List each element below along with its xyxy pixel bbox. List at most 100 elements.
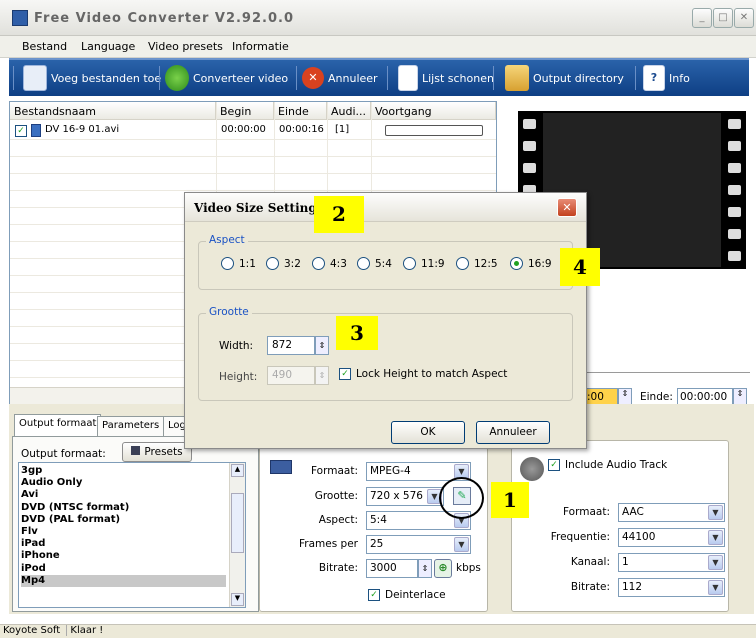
cancel-toolbar-button[interactable]: ✕ Annuleer <box>302 60 378 96</box>
frames-per-select[interactable]: 25 ▼ <box>366 535 471 554</box>
convert-icon <box>165 65 189 91</box>
info-button[interactable]: ? Info <box>643 60 690 96</box>
column-header-filename[interactable]: Bestandsnaam <box>10 102 216 120</box>
audio-format-label: Formaat: <box>563 506 610 518</box>
aspect-radio-11-9[interactable]: 11:9 <box>403 257 445 270</box>
video-size-select[interactable]: 720 x 576 ▼ <box>366 487 444 506</box>
output-directory-button[interactable]: Output directory <box>505 60 624 96</box>
aspect-radio-4-3[interactable]: 4:3 <box>312 257 347 270</box>
video-file-icon <box>31 124 41 137</box>
lock-height-checkbox[interactable]: ✓ <box>339 368 351 380</box>
deinterlace-checkbox[interactable]: ✓ <box>368 589 380 601</box>
convert-video-button[interactable]: Converteer video <box>165 60 288 96</box>
callout-3: 3 <box>336 316 378 350</box>
dialog-title-bar: Video Size Settings ✕ <box>185 193 586 222</box>
menu-video-presets[interactable]: Video presets <box>148 40 223 53</box>
deinterlace-label: Deinterlace <box>385 589 446 601</box>
aspect-radio-3-2[interactable]: 3:2 <box>266 257 301 270</box>
menu-informatie[interactable]: Informatie <box>232 40 289 53</box>
height-input[interactable]: 490 <box>267 366 315 385</box>
audio-bitrate-value: 112 <box>622 581 643 593</box>
add-file-icon <box>23 65 47 91</box>
callout-4: 4 <box>560 248 600 286</box>
format-list[interactable]: 3gp Audio Only Avi DVD (NTSC format) DVD… <box>18 462 246 608</box>
output-format-label: Output formaat: <box>21 448 106 460</box>
video-size-value: 720 x 576 <box>370 490 423 502</box>
menu-bestand[interactable]: Bestand <box>22 40 67 53</box>
video-bitrate-label: Bitrate: <box>318 562 358 574</box>
width-input[interactable]: 872 <box>267 336 315 355</box>
add-files-label: Voeg bestanden toe <box>51 71 162 85</box>
audio-format-select[interactable]: AAC ▼ <box>618 503 725 522</box>
audio-channel-label: Kanaal: <box>570 556 610 568</box>
add-bitrate-icon[interactable]: ⊕ <box>434 559 452 578</box>
width-spinner[interactable]: ⇕ <box>315 336 329 355</box>
video-size-label: Grootte: <box>314 490 358 502</box>
column-header-begin[interactable]: Begin <box>216 102 274 120</box>
audio-channel-value: 1 <box>622 556 629 568</box>
ok-button[interactable]: OK <box>391 421 465 444</box>
grid-line <box>10 173 496 174</box>
presets-button[interactable]: Presets <box>122 442 192 462</box>
frames-per-label: Frames per <box>299 538 358 550</box>
menu-language[interactable]: Language <box>81 40 135 53</box>
audio-frequency-label: Frequentie: <box>550 531 610 543</box>
status-bar: Koyote Soft Klaar ! <box>0 624 756 638</box>
convert-video-label: Converteer video <box>193 71 289 85</box>
scroll-thumb[interactable] <box>231 493 244 553</box>
aspect-radio-12-5[interactable]: 12:5 <box>456 257 498 270</box>
audio-bitrate-select[interactable]: 112 ▼ <box>618 578 725 597</box>
video-size-dialog: Video Size Settings ✕ Aspect 1:1 3:2 4:3… <box>184 192 587 449</box>
radio-label: 3:2 <box>284 257 301 270</box>
height-spinner[interactable]: ⇕ <box>315 366 329 385</box>
scroll-down-icon[interactable]: ▼ <box>231 593 244 606</box>
row-checkbox[interactable]: ✓ <box>15 125 27 137</box>
aspect-radio-1-1[interactable]: 1:1 <box>221 257 256 270</box>
scroll-up-icon[interactable]: ▲ <box>231 464 244 477</box>
list-item[interactable]: DVD (PAL format) <box>21 514 226 526</box>
clear-list-button[interactable]: Lijst schonen <box>398 60 494 96</box>
audio-frequency-value: 44100 <box>622 531 656 543</box>
chevron-down-icon: ▼ <box>708 580 723 595</box>
list-item[interactable]: iPhone <box>21 550 226 562</box>
audio-frequency-select[interactable]: 44100 ▼ <box>618 528 725 547</box>
bitrate-unit: kbps <box>456 562 481 574</box>
list-item[interactable]: iPad <box>21 538 226 550</box>
audio-format-value: AAC <box>622 506 644 518</box>
column-header-audio[interactable]: Audi... <box>327 102 371 120</box>
aspect-radio-5-4[interactable]: 5:4 <box>357 257 392 270</box>
video-aspect-label: Aspect: <box>318 514 358 526</box>
speaker-icon <box>520 457 544 481</box>
help-icon: ? <box>643 65 665 91</box>
vertical-scrollbar[interactable]: ▲ ▼ <box>229 463 245 607</box>
video-aspect-value: 5:4 <box>370 514 387 526</box>
chevron-down-icon: ▼ <box>708 530 723 545</box>
list-item[interactable]: Flv <box>21 526 226 538</box>
minimize-button[interactable]: _ <box>692 8 712 28</box>
toolbar-separator <box>296 66 297 90</box>
tab-output-format[interactable]: Output formaat <box>14 414 102 436</box>
video-bitrate-field[interactable]: 3000 <box>366 559 418 578</box>
column-header-end[interactable]: Einde <box>274 102 327 120</box>
dialog-cancel-button[interactable]: Annuleer <box>476 421 550 444</box>
list-item[interactable]: Avi <box>21 489 226 501</box>
column-header-progress[interactable]: Voortgang <box>371 102 496 120</box>
status-company: Koyote Soft <box>3 625 61 636</box>
add-files-button[interactable]: Voeg bestanden toe <box>23 60 161 96</box>
maximize-button[interactable]: □ <box>713 8 733 28</box>
list-item[interactable]: 3gp <box>21 465 226 477</box>
bitrate-spinner[interactable]: ⇕ <box>418 559 432 578</box>
aspect-radio-16-9[interactable]: 16:9 <box>510 257 552 270</box>
list-item[interactable]: iPod <box>21 563 226 575</box>
list-item[interactable]: DVD (NTSC format) <box>21 502 226 514</box>
close-button[interactable]: ✕ <box>734 8 754 28</box>
include-audio-checkbox[interactable]: ✓ <box>548 459 560 471</box>
audio-channel-select[interactable]: 1 ▼ <box>618 553 725 572</box>
status-state: Klaar ! <box>66 625 104 636</box>
presets-icon <box>131 446 141 455</box>
tab-parameters[interactable]: Parameters <box>97 416 165 436</box>
list-item[interactable]: Audio Only <box>21 477 226 489</box>
video-format-value: MPEG-4 <box>370 465 411 477</box>
list-item-selected[interactable]: Mp4 <box>21 574 226 588</box>
dialog-close-icon[interactable]: ✕ <box>557 198 577 217</box>
